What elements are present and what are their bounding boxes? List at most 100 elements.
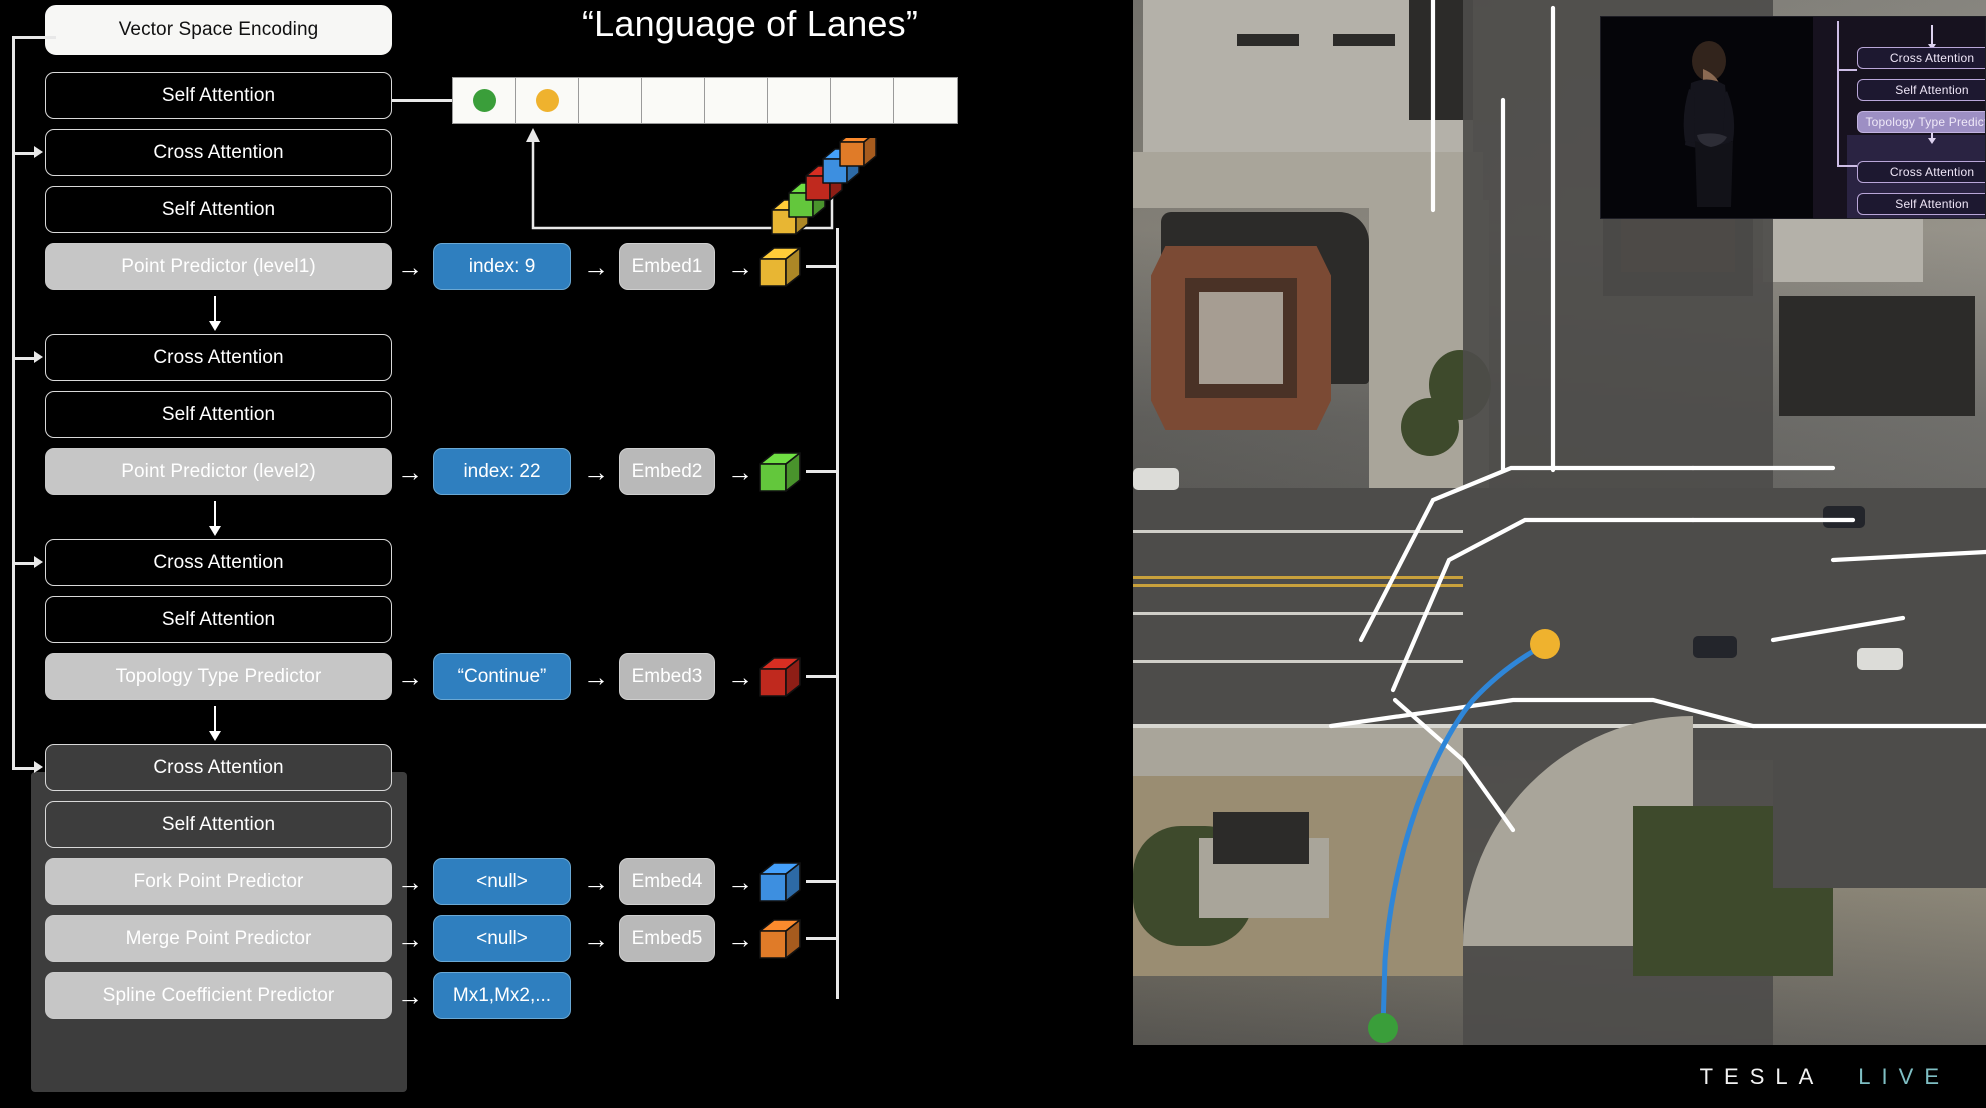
token-cell-2[interactable] — [516, 78, 579, 123]
pip-box-cross-attention: Cross Attention — [1857, 161, 1985, 183]
value-topology-type-predictor[interactable]: “Continue” — [433, 653, 571, 700]
pip-bus-rail-h1 — [1837, 69, 1857, 71]
arrow-value-to-embed-merge-point-predictor: → — [583, 924, 609, 954]
cube-topology-type-predictor — [759, 657, 801, 697]
box-spline-coefficient-predictor[interactable]: Spline Coefficient Predictor — [45, 972, 392, 1019]
pip-bus-rail-h2 — [1837, 165, 1857, 167]
architecture-diagram-panel: “Language of Lanes” Vector Space Encodin… — [0, 0, 1133, 1108]
token-sequence-grid[interactable] — [452, 77, 958, 124]
tesla-live-logo: TESLA LIVE — [1700, 1064, 1950, 1090]
down-arrow-3 — [208, 706, 222, 741]
box-cross-attention-1[interactable]: Cross Attention — [45, 129, 392, 176]
pip-down-arrow-a — [1928, 25, 1935, 50]
token-cell-5[interactable] — [705, 78, 768, 123]
token-dot-2 — [535, 89, 559, 112]
arrow-embed-to-cube-point-predictor-level2: → — [727, 457, 753, 487]
token-cell-7[interactable] — [831, 78, 894, 123]
token-cube-stack — [771, 138, 877, 235]
bus-rail-branch-4 — [12, 767, 34, 770]
arrow-embed-to-cube-merge-point-predictor: → — [727, 924, 753, 954]
pip-box-topology-type-predictor: Topology Type Predictor — [1857, 111, 1985, 133]
token-dot-1 — [472, 89, 496, 112]
token-cell-1[interactable] — [453, 78, 516, 123]
down-arrow-1 — [208, 296, 222, 331]
bus-rail-arrowhead-2 — [34, 351, 43, 363]
value-point-predictor-level2[interactable]: index: 22 — [433, 448, 571, 495]
box-self-attention-3-2[interactable]: Self Attention — [45, 596, 392, 643]
pip-slide-content: Cross Attention Self Attention Topology Ty… — [1813, 17, 1985, 218]
bus-rail-arrowhead-1 — [34, 146, 43, 158]
box-topology-type-predictor[interactable]: Topology Type Predictor — [45, 653, 392, 700]
collector-stub-merge-point-predictor — [806, 937, 838, 940]
embed-embed5[interactable]: Embed5 — [619, 915, 715, 962]
bus-rail-from-encoding — [12, 36, 56, 39]
collector-stub-point-predictor-level1 — [806, 265, 838, 268]
arrow-value-to-embed-fork-point-predictor: → — [583, 867, 609, 897]
logo-tesla-text: TESLA — [1699, 1064, 1825, 1089]
value-point-predictor-level1[interactable]: index: 9 — [433, 243, 571, 290]
token-cell-8[interactable] — [894, 78, 957, 123]
bus-rail-branch-2 — [12, 357, 34, 360]
slide-canvas: “Language of Lanes” Vector Space Encodin… — [0, 0, 1986, 1108]
arrow-value-to-embed-topology-type-predictor: → — [583, 662, 609, 692]
embed-embed1[interactable]: Embed1 — [619, 243, 715, 290]
embed-embed4[interactable]: Embed4 — [619, 858, 715, 905]
cube-point-predictor-level2 — [759, 452, 801, 492]
embed-embed3[interactable]: Embed3 — [619, 653, 715, 700]
box-self-attention-2-2[interactable]: Self Attention — [45, 391, 392, 438]
presenter-silhouette — [1683, 41, 1735, 207]
embed-embed2[interactable]: Embed2 — [619, 448, 715, 495]
pip-stage-background — [1601, 17, 1813, 218]
bus-rail-vertical — [12, 36, 15, 768]
lane-end-marker — [1530, 629, 1560, 659]
cube-point-predictor-level1 — [759, 247, 801, 287]
arrow-embed-to-cube-point-predictor-level1: → — [727, 252, 753, 282]
collector-stub-point-predictor-level2 — [806, 470, 838, 473]
box-cross-attention-2[interactable]: Cross Attention — [45, 334, 392, 381]
cube-fork-point-predictor — [759, 862, 801, 902]
stack-cube-5 — [839, 138, 877, 167]
box-fork-point-predictor[interactable]: Fork Point Predictor — [45, 858, 392, 905]
bus-rail-arrowhead-4 — [34, 761, 43, 773]
box-point-predictor-level2[interactable]: Point Predictor (level2) — [45, 448, 392, 495]
box-self-attention-1-1[interactable]: Self Attention — [45, 72, 392, 119]
pip-bus-rail-v — [1837, 21, 1839, 167]
page-title: “Language of Lanes” — [581, 3, 919, 44]
arrow-predictor-to-value-fork-point-predictor: → — [397, 867, 423, 897]
arrow-predictor-to-value-point-predictor-level1: → — [397, 252, 423, 282]
connector-self-attention-to-grid — [392, 99, 454, 102]
pip-box-self-attention: Self Attention — [1857, 79, 1985, 101]
arrow-embed-to-cube-topology-type-predictor: → — [727, 662, 753, 692]
arrow-value-to-embed-point-predictor-level1: → — [583, 252, 609, 282]
box-cross-attention-3[interactable]: Cross Attention — [45, 539, 392, 586]
down-arrow-2 — [208, 501, 222, 536]
pip-box-cross-attention: Cross Attention — [1857, 47, 1985, 69]
box-cross-attention-4[interactable]: Cross Attention — [45, 744, 392, 791]
bus-rail-arrowhead-3 — [34, 556, 43, 568]
bus-rail-branch-3 — [12, 562, 34, 565]
value-spline-coefficient-predictor[interactable]: Mx1,Mx2,... — [433, 972, 571, 1019]
value-merge-point-predictor[interactable]: <null> — [433, 915, 571, 962]
box-self-attention-1-3[interactable]: Self Attention — [45, 186, 392, 233]
box-self-attention-4-2[interactable]: Self Attention — [45, 801, 392, 848]
token-cell-6[interactable] — [768, 78, 831, 123]
box-point-predictor-level1[interactable]: Point Predictor (level1) — [45, 243, 392, 290]
predicted-lane-path — [1380, 645, 1542, 1031]
lane-start-marker — [1368, 1013, 1398, 1043]
bus-rail-branch-1 — [12, 152, 34, 155]
logo-live-text: LIVE — [1858, 1064, 1950, 1089]
token-cell-4[interactable] — [642, 78, 705, 123]
aerial-scene-panel: Cross Attention Self Attention Topology Ty… — [1133, 0, 1986, 1108]
arrow-predictor-to-value-topology-type-predictor: → — [397, 662, 423, 692]
arrow-predictor-to-value-spline-coefficient-predictor: → — [397, 981, 423, 1011]
collector-stub-fork-point-predictor — [806, 880, 838, 883]
presenter-inset[interactable]: Cross Attention Self Attention Topology Ty… — [1600, 16, 1986, 219]
value-fork-point-predictor[interactable]: <null> — [433, 858, 571, 905]
token-cell-3[interactable] — [579, 78, 642, 123]
arrow-predictor-to-value-merge-point-predictor: → — [397, 924, 423, 954]
arrow-embed-to-cube-fork-point-predictor: → — [727, 867, 753, 897]
cube-collector-line — [836, 228, 839, 999]
box-merge-point-predictor[interactable]: Merge Point Predictor — [45, 915, 392, 962]
collector-stub-topology-type-predictor — [806, 675, 838, 678]
box-vector-space-encoding[interactable]: Vector Space Encoding — [45, 5, 392, 55]
